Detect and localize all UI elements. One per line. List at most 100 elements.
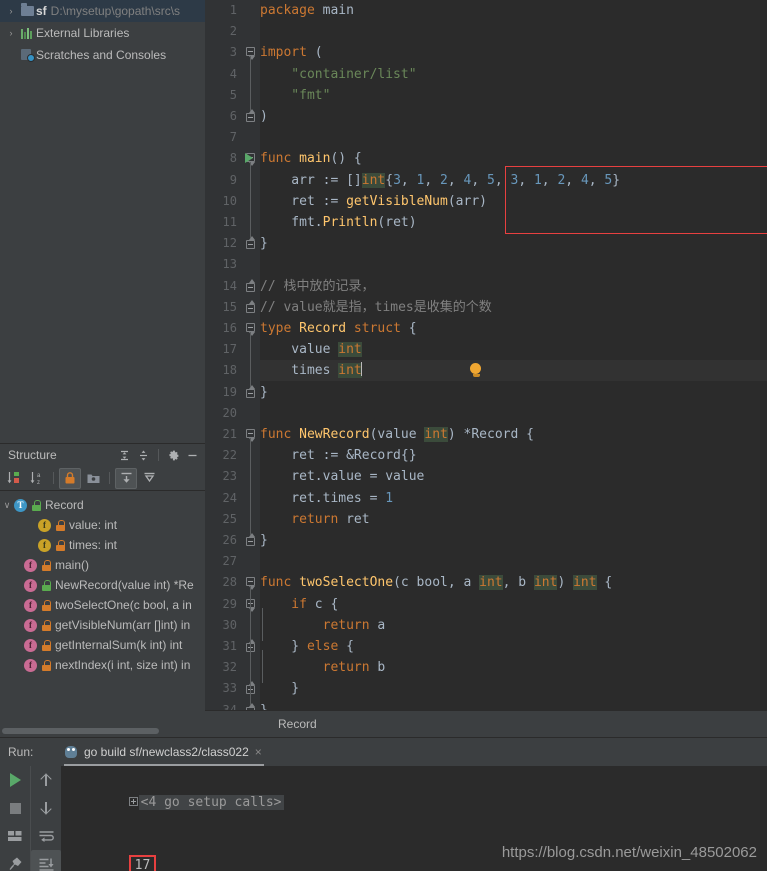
- stop-icon[interactable]: [0, 794, 30, 822]
- left-horizontal-scrollbar[interactable]: [0, 726, 205, 735]
- line-number: 7: [229, 130, 237, 145]
- fold-toggle-icon[interactable]: [246, 111, 257, 122]
- gear-icon[interactable]: [165, 447, 182, 464]
- code-folding-gutter[interactable]: [243, 0, 263, 710]
- run-tab[interactable]: go build sf/newclass2/class022 ×: [60, 738, 268, 766]
- code-token: ret :=: [260, 193, 347, 209]
- code-token: value: [260, 342, 339, 358]
- structure-item-8[interactable]: f nextIndex(i int, size int) in: [0, 655, 205, 675]
- fold-toggle-icon[interactable]: [246, 323, 257, 336]
- fold-toggle-icon[interactable]: [246, 387, 257, 398]
- run-tab-label: go build sf/newclass2/class022: [84, 745, 249, 759]
- code-text-area[interactable]: package main import ( "container/list" "f…: [260, 0, 767, 710]
- code-line-1: package main: [260, 0, 354, 21]
- sort-alphabetically-icon[interactable]: az: [26, 468, 48, 489]
- scratches-icon: [18, 49, 36, 62]
- code-token: ,: [400, 172, 417, 188]
- project-tree-item-0[interactable]: › sf D:\mysetup\gopath\src\s: [0, 0, 205, 22]
- structure-tree[interactable]: ∨ T Record f value: int f times: int f main() f Ne…: [0, 491, 205, 675]
- line-number: 6: [229, 109, 237, 123]
- fold-toggle-icon[interactable]: [246, 577, 257, 591]
- line-number: 9: [229, 172, 237, 187]
- code-token: () {: [330, 151, 362, 167]
- show-non-public-icon[interactable]: [59, 467, 81, 489]
- structure-item-7[interactable]: f getInternalSum(k int) int: [0, 635, 205, 655]
- structure-item-5[interactable]: f twoSelectOne(c bool, a in: [0, 595, 205, 615]
- soft-wrap-icon[interactable]: [31, 822, 61, 850]
- structure-item-1[interactable]: f value: int: [0, 515, 205, 535]
- structure-item-4[interactable]: f NewRecord(value int) *Re: [0, 575, 205, 595]
- code-token: Record: [299, 321, 347, 336]
- line-number: 14: [222, 278, 237, 293]
- line-number: 13: [222, 257, 237, 272]
- code-line-22: ret := &Record{}: [260, 445, 416, 466]
- sort-by-visibility-icon[interactable]: [3, 468, 25, 489]
- code-token: NewRecord: [299, 427, 370, 442]
- fold-toggle-icon[interactable]: [246, 281, 257, 292]
- fold-toggle-icon[interactable]: [246, 598, 257, 612]
- line-number: 4: [229, 66, 237, 81]
- project-tree-panel[interactable]: › sf D:\mysetup\gopath\src\s › External Libr…: [0, 0, 205, 443]
- fold-toggle-icon[interactable]: [246, 238, 257, 250]
- breadcrumb[interactable]: Record: [205, 710, 767, 737]
- function-icon: f: [38, 538, 51, 552]
- expand-all-icon[interactable]: [116, 447, 133, 464]
- project-tree-item-path: D:\mysetup\gopath\src\s: [50, 4, 181, 18]
- expand-plus-icon[interactable]: [128, 797, 138, 806]
- code-editor[interactable]: 1 2 3 4 5 6 7 8 9 10 11 12 13 14 15 16 17 18 19 20 21 22 23 24 2…: [205, 0, 767, 710]
- fold-toggle-icon[interactable]: [246, 641, 257, 652]
- fold-guide-line: [250, 56, 251, 111]
- code-token: {: [400, 321, 417, 336]
- structure-item-6[interactable]: f getVisibleNum(arr []int) in: [0, 615, 205, 635]
- down-arrow-icon[interactable]: [31, 794, 61, 822]
- project-tree-item-label: sf: [36, 4, 47, 18]
- group-by-file-icon[interactable]: [82, 468, 104, 489]
- scroll-to-end-icon[interactable]: [31, 850, 61, 871]
- code-token: ): [260, 109, 268, 124]
- left-tool-column: › sf D:\mysetup\gopath\src\s › External Libr…: [0, 0, 205, 745]
- scroll-from-source-icon[interactable]: [115, 467, 137, 489]
- line-number: 1: [229, 3, 237, 17]
- close-icon[interactable]: ×: [255, 745, 262, 759]
- chevron-right-icon[interactable]: ›: [4, 28, 18, 38]
- code-token: int: [338, 342, 362, 358]
- structure-item-3[interactable]: f main(): [0, 555, 205, 575]
- lock-icon: [56, 539, 65, 551]
- fold-toggle-icon[interactable]: [246, 535, 257, 546]
- pin-icon[interactable]: [0, 850, 30, 871]
- scroll-to-source-icon[interactable]: [138, 468, 160, 489]
- run-icon[interactable]: [0, 766, 30, 794]
- collapse-all-icon[interactable]: [135, 447, 152, 464]
- structure-item-label: NewRecord(value int) *Re: [55, 578, 194, 592]
- code-token: ,: [424, 172, 441, 188]
- code-line-6: ): [260, 106, 268, 127]
- code-token: 2: [440, 172, 448, 188]
- code-line-28: func twoSelectOne(c bool, a int, b int) …: [260, 572, 612, 593]
- structure-item-0[interactable]: ∨ T Record: [0, 495, 205, 515]
- structure-item-2[interactable]: f times: int: [0, 535, 205, 555]
- svg-text:z: z: [37, 480, 40, 486]
- code-line-25: return ret: [260, 509, 370, 530]
- fold-toggle-icon[interactable]: [246, 47, 257, 61]
- scrollbar-thumb[interactable]: [2, 728, 159, 734]
- code-token: (ret): [377, 215, 417, 230]
- line-number: 28: [222, 575, 237, 590]
- function-icon: f: [24, 618, 37, 632]
- run-gutter-icon[interactable]: [245, 153, 253, 164]
- console-setup-line[interactable]: <4 go setup calls>: [66, 771, 767, 834]
- intention-bulb-icon[interactable]: [470, 363, 483, 378]
- chevron-right-icon[interactable]: ›: [4, 6, 18, 16]
- code-token: ret: [338, 511, 370, 527]
- project-tree-item-1[interactable]: › External Libraries: [0, 22, 205, 44]
- run-toolbar-right: [30, 766, 61, 871]
- chevron-down-icon[interactable]: ∨: [0, 500, 14, 511]
- layout-icon[interactable]: [0, 822, 30, 850]
- project-tree-item-2[interactable]: Scratches and Consoles: [0, 44, 205, 66]
- fold-toggle-icon[interactable]: [246, 683, 257, 695]
- fold-toggle-icon[interactable]: [246, 429, 257, 442]
- fold-toggle-icon[interactable]: [246, 302, 257, 313]
- minimize-icon[interactable]: [184, 447, 201, 464]
- code-token: (c bool, a: [393, 575, 480, 591]
- up-arrow-icon[interactable]: [31, 766, 61, 794]
- console-setup-text: <4 go setup calls>: [138, 795, 284, 810]
